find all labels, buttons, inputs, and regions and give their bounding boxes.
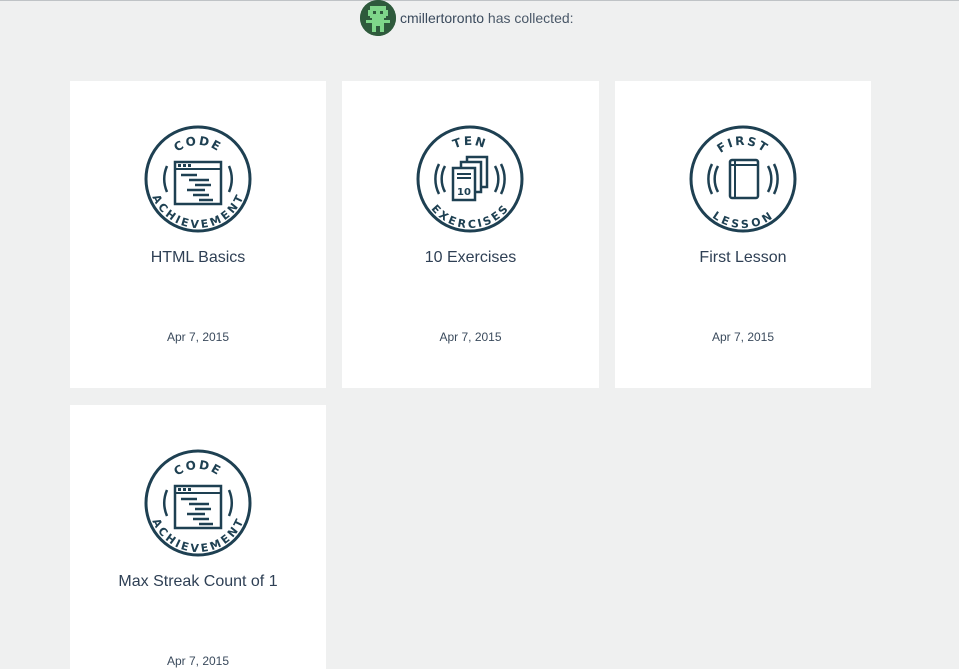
badge-date: Apr 7, 2015 xyxy=(711,330,775,344)
code-achievement-badge-icon: CODE ACHIEVEMENT xyxy=(144,125,252,233)
badge-card[interactable]: CODE ACHIEVEMENT HTML Basics Apr 7, 2015 xyxy=(70,81,326,388)
ten-exercises-badge-icon: TEN EXERCISES 10 xyxy=(416,125,524,233)
badge-bottom-text: LESSON xyxy=(710,209,774,231)
badge-top-text: FIRST xyxy=(714,134,769,156)
badge-card[interactable]: FIRST LESSON First Lesson Apr 7, 2015 xyxy=(615,81,871,388)
badge-top-text: TEN xyxy=(451,134,487,151)
svg-text:TEN: TEN xyxy=(451,134,489,151)
badge-title: First Lesson xyxy=(699,249,787,266)
username-link[interactable]: cmillertoronto xyxy=(400,10,484,26)
badge-title: Max Streak Count of 1 xyxy=(118,573,278,590)
badge-bottom-text: ACHIEVEMENT xyxy=(149,516,245,555)
first-lesson-badge-icon: FIRST LESSON xyxy=(689,125,797,233)
badge-bottom-text: EXERCISES xyxy=(429,202,511,231)
svg-text:EXERCISES: EXERCISES xyxy=(429,202,512,231)
badge-bottom-text: ACHIEVEMENT xyxy=(149,192,245,231)
avatar[interactable] xyxy=(360,0,396,36)
svg-text:FIRST: FIRST xyxy=(714,134,771,156)
badge-date: Apr 7, 2015 xyxy=(166,654,230,668)
badge-top-text: CODE xyxy=(171,458,222,479)
svg-text:CODE: CODE xyxy=(171,134,224,155)
svg-text:LESSON: LESSON xyxy=(710,209,775,231)
badge-title: HTML Basics xyxy=(150,249,246,266)
svg-text:ACHIEVEMENT: ACHIEVEMENT xyxy=(149,516,246,555)
badge-card[interactable]: TEN EXERCISES 10 10 Exercises Apr 7, 201… xyxy=(342,81,599,388)
badge-date: Apr 7, 2015 xyxy=(166,330,230,344)
badge-title: 10 Exercises xyxy=(424,249,517,266)
badge-top-text: CODE xyxy=(171,134,222,155)
collection-header: cmillertoronto has collected: xyxy=(360,0,574,36)
pixel-avatar-icon xyxy=(360,0,396,36)
code-achievement-badge-icon: CODE ACHIEVEMENT xyxy=(144,449,252,557)
badge-date: Apr 7, 2015 xyxy=(439,330,502,344)
badge-card[interactable]: CODE ACHIEVEMENT Max Streak Count of 1 A… xyxy=(70,405,326,669)
collection-heading: cmillertoronto has collected: xyxy=(400,10,574,26)
svg-text:CODE: CODE xyxy=(171,458,224,479)
collection-heading-suffix: has collected: xyxy=(484,10,574,26)
svg-text:ACHIEVEMENT: ACHIEVEMENT xyxy=(149,192,246,231)
badge-number: 10 xyxy=(457,187,471,198)
